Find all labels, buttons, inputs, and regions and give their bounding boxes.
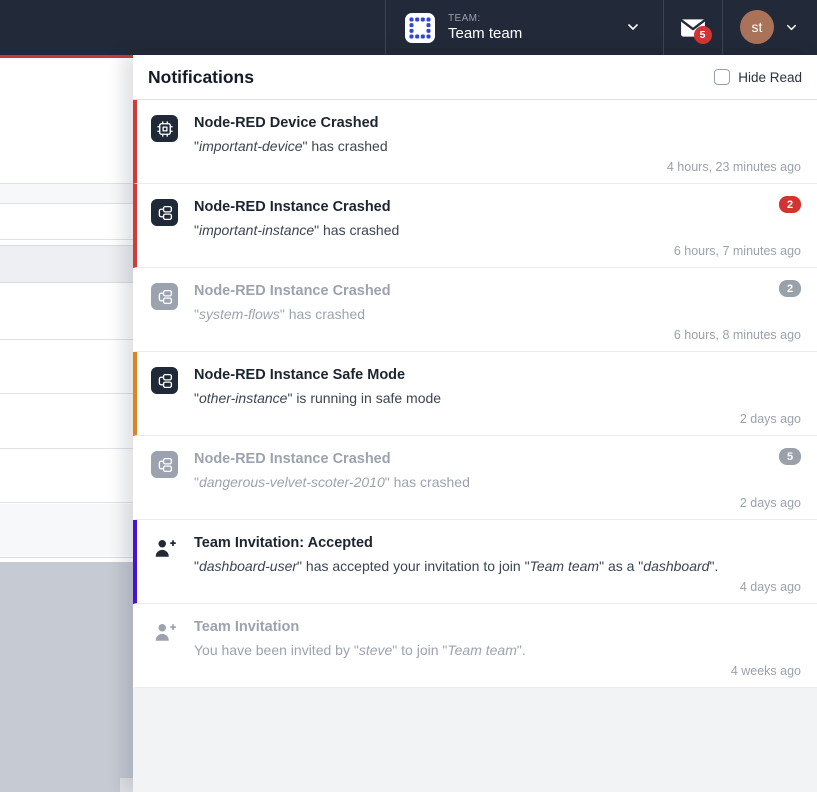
notification-badge: 2 [779, 280, 801, 297]
user-menu[interactable]: st [722, 0, 817, 55]
notification-timestamp: 2 days ago [740, 412, 801, 426]
bg-row [0, 184, 134, 203]
notification-item[interactable]: Node-RED Instance Safe Mode "other-insta… [133, 352, 817, 436]
notification-item[interactable]: Node-RED Instance Crashed "important-ins… [133, 184, 817, 268]
bg-row-line [0, 557, 134, 558]
bg-row-line [0, 393, 134, 394]
notification-timestamp: 6 hours, 7 minutes ago [674, 244, 801, 258]
page-title: Notifications [148, 67, 254, 88]
instance-icon [151, 451, 178, 478]
notification-message: "dashboard-user" has accepted your invit… [194, 558, 718, 574]
notifications-button[interactable]: 5 [663, 0, 722, 55]
notification-item[interactable]: Node-RED Instance Crashed "system-flows"… [133, 268, 817, 352]
bg-row-line [0, 203, 134, 204]
bg-row [0, 504, 134, 556]
notification-message: "system-flows" has crashed [194, 306, 391, 322]
bg-gray-block [0, 562, 134, 792]
notification-badge: 5 [779, 448, 801, 465]
notification-timestamp: 6 hours, 8 minutes ago [674, 328, 801, 342]
notification-timestamp: 4 hours, 23 minutes ago [667, 160, 801, 174]
notification-timestamp: 4 weeks ago [731, 664, 801, 678]
panel-header: Notifications Hide Read [133, 55, 817, 100]
instance-icon [151, 199, 178, 226]
chevron-down-icon [784, 20, 799, 40]
bg-row-line [0, 339, 134, 340]
hide-read-checkbox[interactable] [714, 69, 730, 85]
notification-title: Team Invitation: Accepted [194, 535, 718, 551]
notification-badge: 2 [779, 196, 801, 213]
notification-title: Node-RED Instance Crashed [194, 199, 399, 215]
notification-item[interactable]: Team Invitation You have been invited by… [133, 604, 817, 688]
instance-icon [151, 283, 178, 310]
instance-icon [151, 367, 178, 394]
bg-row-line [0, 502, 134, 503]
team-avatar-icon [405, 13, 435, 43]
notification-message: You have been invited by "steve" to join… [194, 642, 526, 658]
notification-title: Node-RED Instance Crashed [194, 451, 470, 467]
notification-item[interactable]: Team Invitation: Accepted "dashboard-use… [133, 520, 817, 604]
panel-footer [133, 688, 817, 792]
notification-title: Node-RED Instance Crashed [194, 283, 391, 299]
navbar: TEAM: Team team 5 st [0, 0, 817, 55]
team-selector[interactable]: TEAM: Team team [385, 0, 663, 55]
chevron-down-icon [625, 19, 641, 40]
hide-read-control[interactable]: Hide Read [714, 69, 802, 85]
mail-badge: 5 [694, 26, 712, 44]
team-name: Team team [448, 25, 522, 42]
notification-list: Node-RED Device Crashed "important-devic… [133, 100, 817, 688]
team-label: TEAM: [448, 13, 522, 25]
notification-title: Team Invitation [194, 619, 526, 635]
underlying-page [0, 58, 134, 792]
notifications-panel: Notifications Hide Read Node-RED Device … [133, 55, 817, 792]
bg-row-line [0, 239, 134, 240]
user-add-icon [151, 535, 178, 562]
notification-title: Node-RED Device Crashed [194, 115, 388, 131]
hide-read-label: Hide Read [738, 70, 802, 85]
notification-message: "dangerous-velvet-scoter-2010" has crash… [194, 474, 470, 490]
notification-message: "important-instance" has crashed [194, 222, 399, 238]
bg-row-selected [0, 245, 134, 283]
notification-item[interactable]: Node-RED Instance Crashed "dangerous-vel… [133, 436, 817, 520]
chip-icon [151, 115, 178, 142]
notification-message: "important-device" has crashed [194, 138, 388, 154]
bg-row-line [0, 448, 134, 449]
notification-timestamp: 4 days ago [740, 580, 801, 594]
notification-timestamp: 2 days ago [740, 496, 801, 510]
notification-item[interactable]: Node-RED Device Crashed "important-devic… [133, 100, 817, 184]
notification-message: "other-instance" is running in safe mode [194, 390, 441, 406]
avatar: st [740, 10, 774, 44]
scrollbar[interactable] [120, 778, 134, 792]
user-add-icon [151, 619, 178, 646]
notification-title: Node-RED Instance Safe Mode [194, 367, 441, 383]
